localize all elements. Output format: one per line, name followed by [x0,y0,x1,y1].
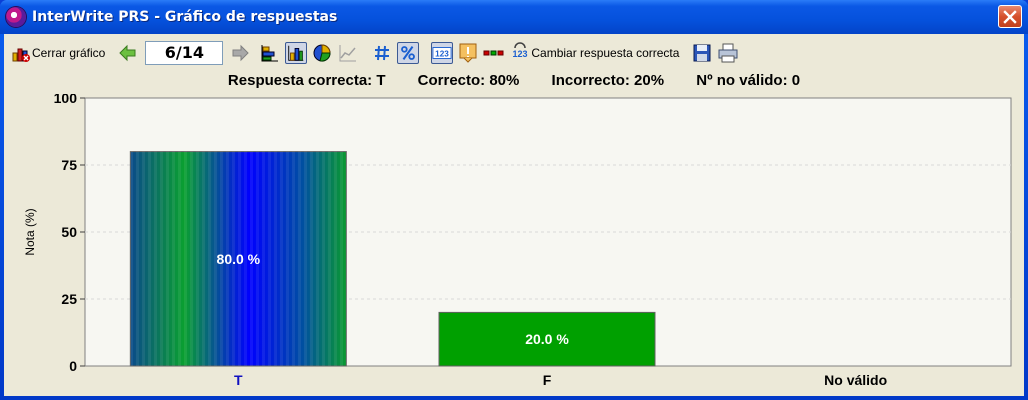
arrow-right-icon [229,42,251,64]
app-icon [6,7,26,27]
client-area: Cerrar gráfico 6/14 123 123 Cambiar resp… [4,34,1024,396]
percent-mode-button[interactable] [395,40,421,66]
response-pad-icon [483,42,505,64]
toolbar: Cerrar gráfico 6/14 123 123 Cambiar resp… [4,34,1024,72]
y-tick-label: 0 [69,358,77,374]
printer-icon [717,42,739,64]
window-title: InterWrite PRS - Gráfico de respuestas [32,9,338,25]
save-button[interactable] [689,40,715,66]
y-tick-label: 75 [61,157,77,173]
numbering-button[interactable]: 123 [429,40,455,66]
bar-value-label: 20.0 % [525,331,569,347]
chart-close-icon [10,42,32,64]
y-tick-label: 25 [61,291,77,307]
close-icon [1003,9,1017,24]
invalid-count-text: Nº no válido: 0 [696,72,801,89]
page-indicator[interactable]: 6/14 [145,41,224,65]
vertical-bar-chart-icon [285,42,308,64]
line-chart-icon [337,42,359,64]
previous-button[interactable] [115,40,141,66]
vertical-bar-chart-button[interactable] [283,40,309,66]
close-window-button[interactable] [998,5,1022,28]
line-chart-button[interactable] [335,40,361,66]
horizontal-bar-chart-button[interactable] [257,40,283,66]
title-bar[interactable]: InterWrite PRS - Gráfico de respuestas [0,0,1028,34]
bar-chart: 80.0 % 20.0 % 0 25 50 75 100 T F No válido Nota… [4,90,1024,394]
pie-chart-icon [311,42,333,64]
x-tick-label: F [543,372,552,388]
print-button[interactable] [715,40,741,66]
percent-icon [397,42,420,64]
response-pad-button[interactable] [481,40,507,66]
x-tick-label: No válido [824,372,887,388]
y-tick-label: 100 [54,94,78,106]
stats-line: Respuesta correcta: T Correcto: 80% Inco… [4,72,1024,94]
horizontal-bar-chart-icon [259,42,281,64]
correct-percent-text: Correcto: 80% [417,72,520,89]
next-button[interactable] [227,40,253,66]
incorrect-percent-text: Incorrecto: 20% [551,72,665,89]
close-chart-button[interactable]: Cerrar gráfico [8,40,107,66]
svg-text:123: 123 [513,49,528,59]
y-tick-label: 50 [61,224,77,240]
change-correct-answer-button[interactable]: 123 Cambiar respuesta correcta [507,40,681,66]
svg-text:123: 123 [436,50,450,59]
close-chart-label: Cerrar gráfico [32,46,106,60]
numbering-icon: 123 [431,42,454,64]
hash-icon [371,42,393,64]
chart-svg: 80.0 % 20.0 % 0 25 50 75 100 T F No válido Nota… [23,90,1012,388]
pie-chart-button[interactable] [309,40,335,66]
save-icon [691,42,713,64]
change-answer-label: Cambiar respuesta correcta [531,46,680,60]
app-window: InterWrite PRS - Gráfico de respuestas C… [0,0,1028,400]
count-mode-button[interactable] [369,40,395,66]
arrow-left-icon [117,42,139,64]
bar-value-label: 80.0 % [217,251,261,267]
change-answer-icon: 123 [509,42,531,64]
info-button[interactable] [455,40,481,66]
info-icon [457,42,479,64]
y-axis-label: Nota (%) [23,208,37,255]
correct-answer-text: Respuesta correcta: T [227,72,386,89]
x-tick-label: T [234,372,243,388]
